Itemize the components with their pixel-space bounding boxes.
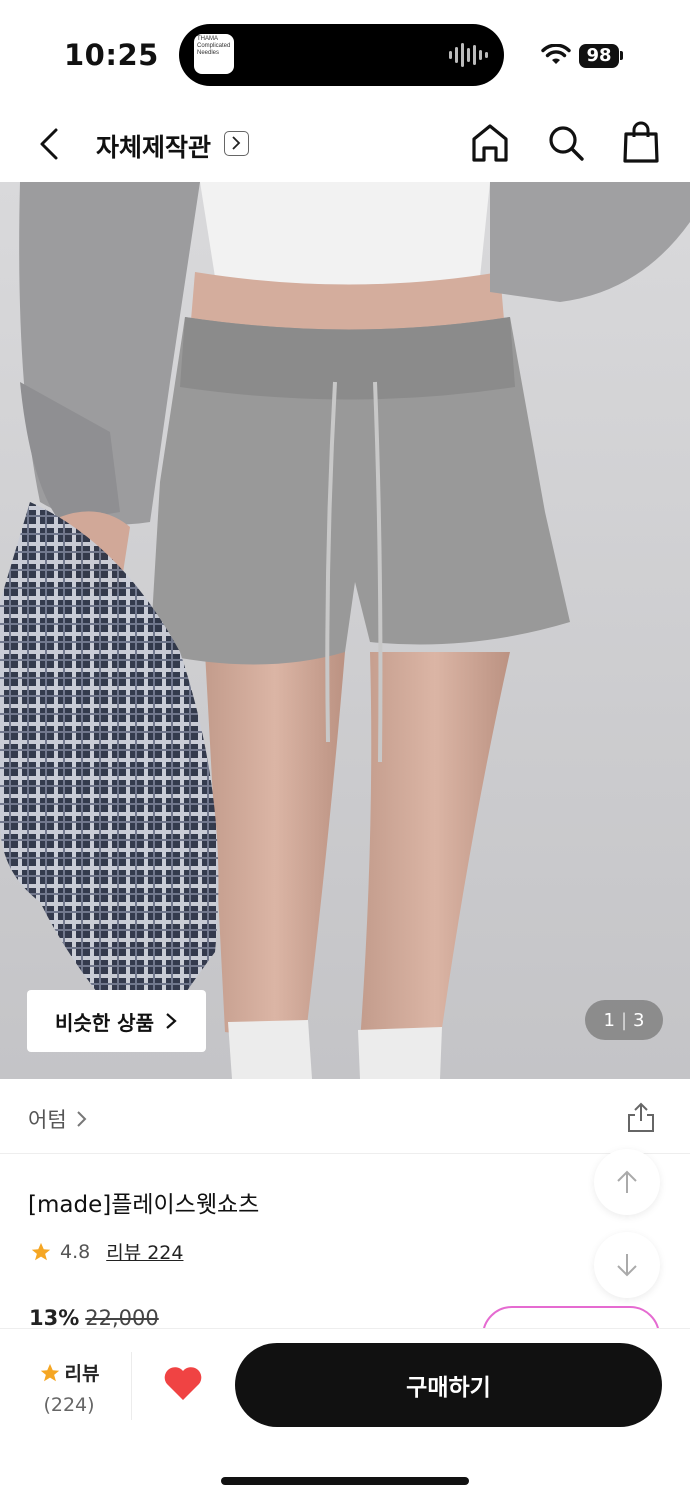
- star-icon: [40, 1363, 59, 1381]
- shopping-bag-icon[interactable]: [621, 120, 661, 164]
- back-chevron-icon[interactable]: [34, 124, 74, 164]
- chevron-right-icon: [166, 1013, 177, 1029]
- chevron-right-icon: [76, 1111, 87, 1127]
- bottom-divider: [131, 1352, 132, 1420]
- similar-products-button[interactable]: 비슷한 상품: [27, 990, 206, 1052]
- arrow-up-icon: [617, 1170, 637, 1193]
- battery-indicator: 98: [579, 44, 619, 68]
- bottom-review-label: 리뷰: [64, 1363, 100, 1385]
- share-icon[interactable]: [626, 1101, 656, 1133]
- brand-link[interactable]: 어텀: [28, 1104, 87, 1134]
- artwork-text: THAMA Complicated Needles: [197, 36, 231, 56]
- review-link[interactable]: 리뷰 224: [106, 1238, 183, 1265]
- scroll-top-button[interactable]: [594, 1149, 660, 1215]
- arrow-down-icon: [617, 1254, 637, 1277]
- wifi-icon: [541, 44, 571, 64]
- original-price: 22,000: [85, 1306, 159, 1330]
- chevron-right-icon[interactable]: [224, 131, 249, 156]
- discount-rate: 13%: [29, 1306, 80, 1330]
- heart-icon[interactable]: [162, 1364, 204, 1402]
- product-name: [made]플레이스웻쇼츠: [28, 1192, 260, 1218]
- page-title[interactable]: 자체제작관: [96, 128, 211, 164]
- status-time: 10:25: [64, 38, 159, 72]
- scroll-bottom-button[interactable]: [594, 1232, 660, 1298]
- home-icon[interactable]: [470, 122, 510, 164]
- section-divider: [0, 1153, 690, 1154]
- rating-row: 4.8 리뷰 224: [30, 1238, 183, 1265]
- product-photo-illustration: [0, 182, 690, 1079]
- battery-tip: [620, 51, 623, 60]
- price-row: 13% 22,000: [29, 1306, 159, 1330]
- page-current: 1: [603, 1009, 615, 1031]
- home-indicator[interactable]: [221, 1477, 469, 1485]
- buy-button[interactable]: 구매하기: [235, 1343, 662, 1427]
- bottom-review-button[interactable]: 리뷰 (224): [34, 1359, 104, 1416]
- similar-products-label: 비슷한 상품: [55, 1010, 154, 1035]
- search-icon[interactable]: [545, 122, 587, 164]
- rating-value: 4.8: [60, 1240, 91, 1263]
- page-total: 3: [633, 1009, 645, 1031]
- bottom-review-count: (224): [43, 1394, 95, 1416]
- audio-waveform-icon: [449, 42, 488, 68]
- dynamic-island[interactable]: THAMA Complicated Needles: [179, 24, 504, 86]
- product-image[interactable]: [0, 182, 690, 1079]
- star-icon: [31, 1242, 51, 1260]
- brand-name: 어텀: [28, 1108, 67, 1132]
- now-playing-artwork: THAMA Complicated Needles: [194, 34, 234, 74]
- image-page-counter: 1 | 3: [585, 1000, 663, 1040]
